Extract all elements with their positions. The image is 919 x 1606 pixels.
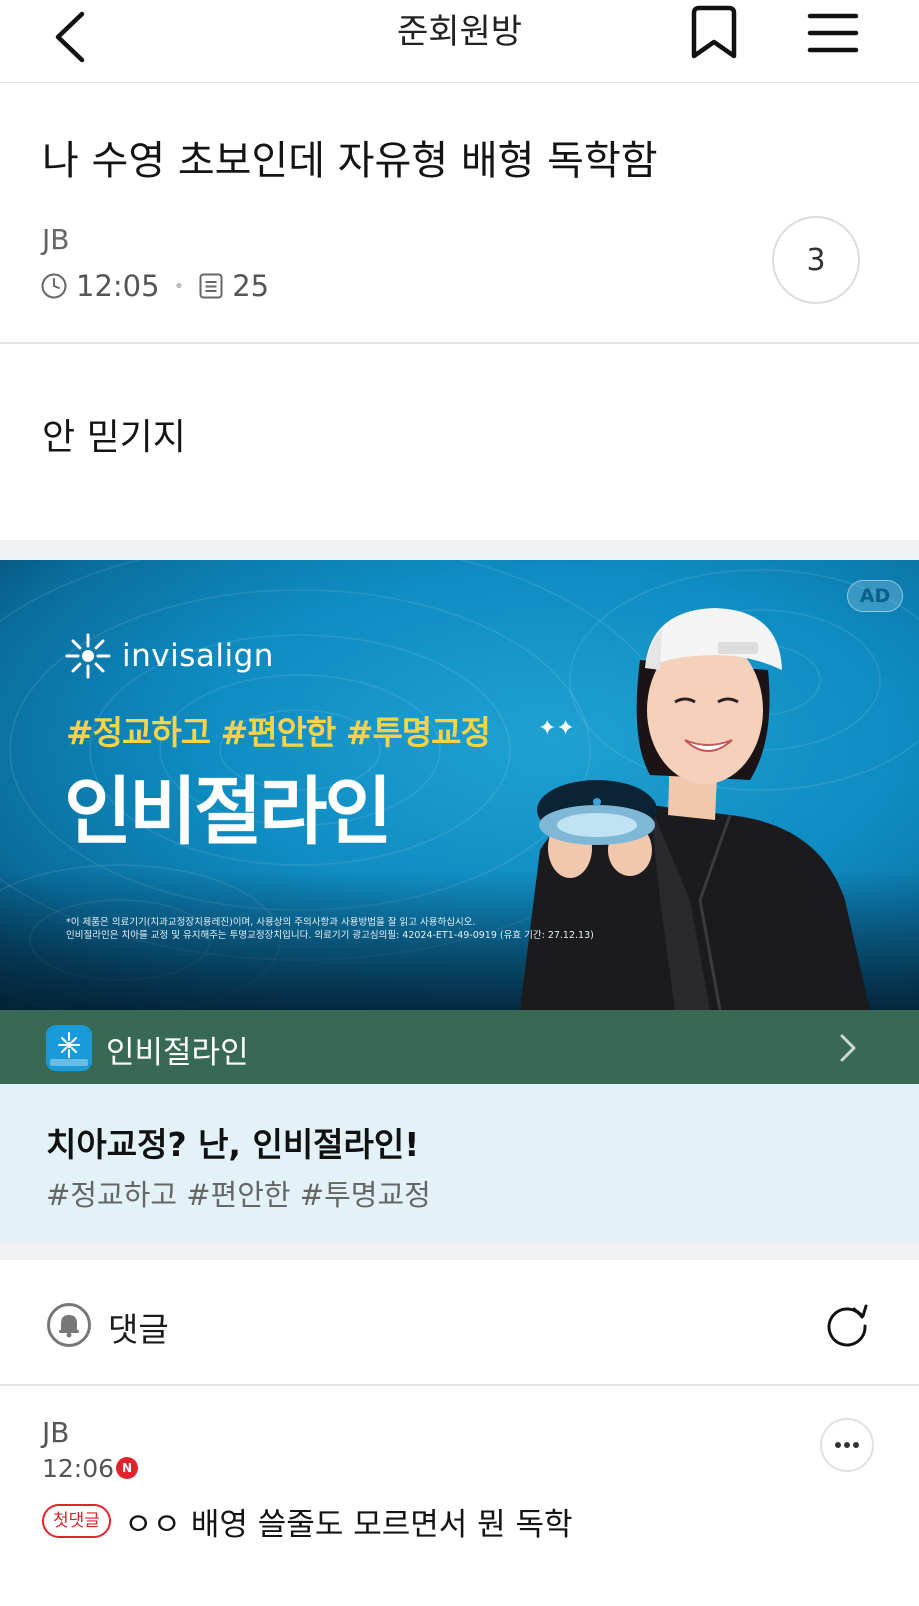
ellipsis-icon <box>835 1442 859 1448</box>
advertiser-name: 인비절라인 <box>106 1035 249 1071</box>
chevron-right-icon <box>840 1034 856 1062</box>
comment-text: ㅇㅇ 배영 쓸줄도 모르면서 뭔 독학 <box>124 1507 573 1543</box>
comments-label: 댓글 <box>108 1310 169 1349</box>
ad-model-image <box>520 608 870 1010</box>
post-time: 12:05 <box>76 269 160 303</box>
ad-disclaimer-line: *이 제품은 의료기기(치과교정장치용레진)이며, 사용상의 주의사항과 사용방… <box>66 917 476 928</box>
comment-count-button[interactable]: 3 <box>772 216 860 304</box>
divider <box>0 342 919 344</box>
refresh-icon[interactable] <box>822 1300 872 1350</box>
post-author[interactable]: JB <box>42 224 69 256</box>
ad-disclaimer: *이 제품은 의료기기(치과교정장치용레진)이며, 사용상의 주의사항과 사용방… <box>66 916 594 942</box>
clock-icon <box>41 273 67 299</box>
brand-wordmark: invisalign <box>122 638 274 674</box>
meta-separator: • <box>173 275 185 297</box>
more-options-button[interactable] <box>820 1418 874 1472</box>
back-icon[interactable] <box>46 6 100 66</box>
ad-headline: 인비절라인 <box>64 769 392 855</box>
ad-disclaimer-line: 인비절라인은 치아를 교정 및 유지해주는 투명교정장치입니다. 의료기기 광고… <box>66 930 594 941</box>
ad-copy-subtitle: #정교하고 #편안한 #투명교정 <box>46 1178 431 1212</box>
divider <box>0 1384 919 1386</box>
first-comment-tag: 첫댓글 <box>42 1504 111 1538</box>
views-icon <box>199 273 223 299</box>
ad-advertiser-bar[interactable]: 인비절라인 <box>0 1010 919 1084</box>
invisalign-logo: invisalign <box>64 632 274 680</box>
comments-header: 댓글 <box>0 1260 919 1384</box>
comment-author[interactable]: JB <box>42 1416 69 1450</box>
page-title: 준회원방 <box>396 12 523 52</box>
post-meta: 12:05 • 25 <box>40 268 269 304</box>
menu-icon[interactable] <box>804 8 862 58</box>
comment-time: 12:06 <box>42 1454 115 1483</box>
ad-banner-image[interactable]: AD invisalign #정교하고 #편안한 #투명교정 ✦✦ 인비절라인 … <box>0 560 919 1010</box>
ad-hashtags: #정교하고 #편안한 #투명교정 <box>66 713 491 752</box>
bookmark-icon[interactable] <box>688 4 740 62</box>
advertiser-logo <box>46 1025 92 1071</box>
section-gap <box>0 1242 919 1260</box>
post-title: 나 수영 초보인데 자유형 배형 독학함 <box>42 138 658 184</box>
top-bar: 준회원방 <box>0 0 919 83</box>
post-body: 안 믿기지 <box>42 417 186 458</box>
bell-icon[interactable] <box>46 1302 92 1348</box>
starburst-icon <box>65 633 111 679</box>
post-views: 25 <box>232 269 270 303</box>
section-gap <box>0 540 919 560</box>
ad-copy-title: 치아교정? 난, 인비절라인! <box>46 1125 420 1164</box>
sparkle-icon: ✦✦ <box>538 716 575 741</box>
ad-copy-card[interactable]: 치아교정? 난, 인비절라인! #정교하고 #편안한 #투명교정 <box>0 1084 919 1242</box>
ad-badge: AD <box>847 580 903 612</box>
new-badge: N <box>116 1457 138 1479</box>
